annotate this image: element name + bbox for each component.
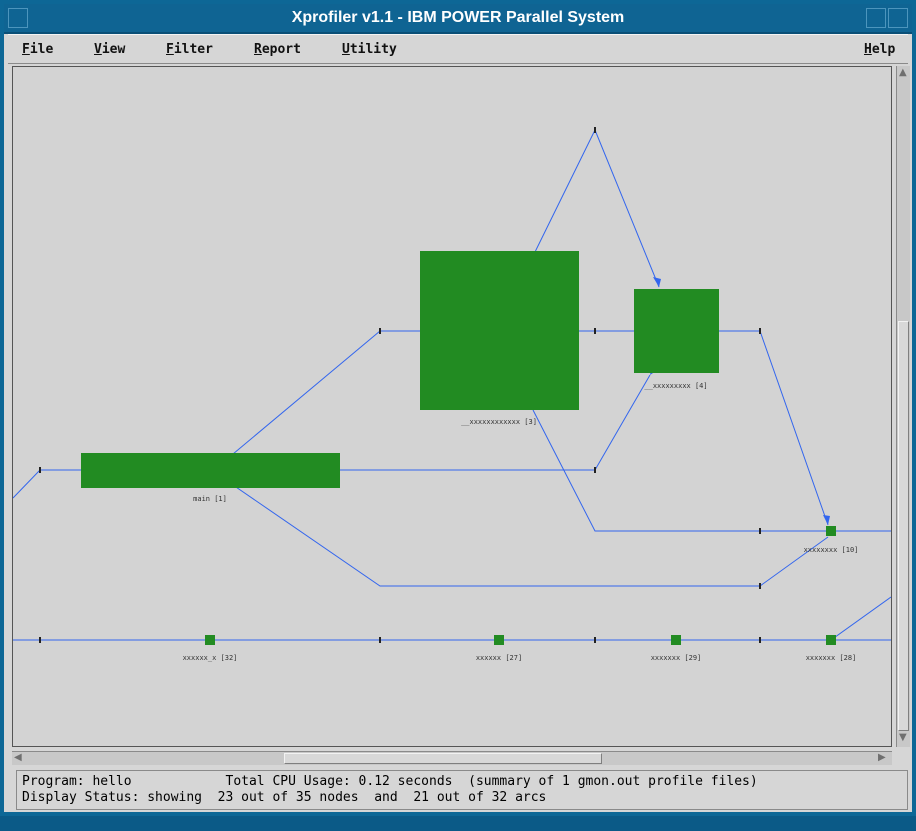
call-graph-canvas[interactable]: main [1] __xxxxxxxxxxxx [3] __xxxxxxxxx … <box>12 66 892 747</box>
node-bottom-1[interactable] <box>205 635 215 645</box>
menu-view[interactable]: View <box>94 42 125 57</box>
node-small-right[interactable] <box>826 526 836 536</box>
menu-report[interactable]: Report <box>254 42 301 57</box>
scroll-up-arrow-icon[interactable]: ▲ <box>899 68 907 78</box>
arrowhead-small <box>823 515 830 525</box>
edge-into-main <box>13 469 81 499</box>
scroll-down-arrow-icon[interactable]: ▼ <box>899 733 907 743</box>
node-medium[interactable] <box>634 289 719 373</box>
menu-bar: File View Filter Report Utility Help <box>8 34 908 64</box>
node-main[interactable] <box>81 453 340 488</box>
program-status-line: Program: hello Total CPU Usage: 0.12 sec… <box>22 774 758 789</box>
menu-help[interactable]: Help <box>864 42 895 57</box>
status-area: Program: hello Total CPU Usage: 0.12 sec… <box>16 770 908 810</box>
node-bottom-2[interactable] <box>494 635 504 645</box>
tick-mark <box>39 467 41 473</box>
arrowhead-medium <box>653 277 661 287</box>
tick-mark <box>759 528 761 534</box>
edge-bottom-offscreen <box>830 596 891 641</box>
vertical-scrollbar[interactable]: ▲ ▼ <box>896 66 910 747</box>
application-window: Xprofiler v1.1 - IBM POWER Parallel Syst… <box>0 0 916 816</box>
menu-utility[interactable]: Utility <box>342 42 397 57</box>
tick-mark <box>594 127 596 133</box>
scroll-left-arrow-icon[interactable]: ◀ <box>14 753 22 763</box>
tick-mark <box>379 328 381 334</box>
node-labels: main [1] __xxxxxxxxxxxx [3] __xxxxxxxxx … <box>183 382 859 662</box>
node-large-label: __xxxxxxxxxxxx [3] <box>461 418 537 426</box>
minimize-button[interactable] <box>866 8 886 28</box>
call-graph-svg: main [1] __xxxxxxxxxxxx [3] __xxxxxxxxx … <box>13 127 891 662</box>
window-title: Xprofiler v1.1 - IBM POWER Parallel Syst… <box>291 9 625 26</box>
scroll-right-arrow-icon[interactable]: ▶ <box>878 753 886 763</box>
tick-mark <box>759 637 761 643</box>
node-main-label: main [1] <box>193 495 227 503</box>
tick-mark <box>594 328 596 334</box>
tick-mark <box>759 328 761 334</box>
menu-file[interactable]: File <box>22 42 53 57</box>
edge-main-to-small <box>232 484 829 587</box>
node-small-right-label: xxxxxxxx [10] <box>804 546 859 554</box>
tick-mark <box>39 637 41 643</box>
node-bottom-4-label: xxxxxxx [28] <box>806 654 857 662</box>
node-bottom-4[interactable] <box>826 635 836 645</box>
tick-mark <box>379 637 381 643</box>
horizontal-scrollbar[interactable]: ◀ ▶ <box>12 751 892 765</box>
edge-main-to-large <box>232 330 420 455</box>
vertical-scroll-thumb[interactable] <box>898 321 909 731</box>
edge-medium-to-small <box>719 330 829 526</box>
horizontal-scroll-thumb[interactable] <box>284 753 602 764</box>
display-status-line: Display Status: showing 23 out of 35 nod… <box>22 790 547 805</box>
node-bottom-1-label: xxxxxx_x [32] <box>183 654 238 662</box>
maximize-button[interactable] <box>888 8 908 28</box>
tick-mark <box>759 583 761 589</box>
node-medium-label: __xxxxxxxxx [4] <box>644 382 707 390</box>
node-bottom-2-label: xxxxxx [27] <box>476 654 522 662</box>
node-bottom-3[interactable] <box>671 635 681 645</box>
tick-mark <box>594 637 596 643</box>
menu-filter[interactable]: Filter <box>166 42 213 57</box>
node-large[interactable] <box>420 251 579 410</box>
node-bottom-3-label: xxxxxxx [29] <box>651 654 702 662</box>
title-bar[interactable]: Xprofiler v1.1 - IBM POWER Parallel Syst… <box>4 4 912 34</box>
tick-mark <box>594 467 596 473</box>
